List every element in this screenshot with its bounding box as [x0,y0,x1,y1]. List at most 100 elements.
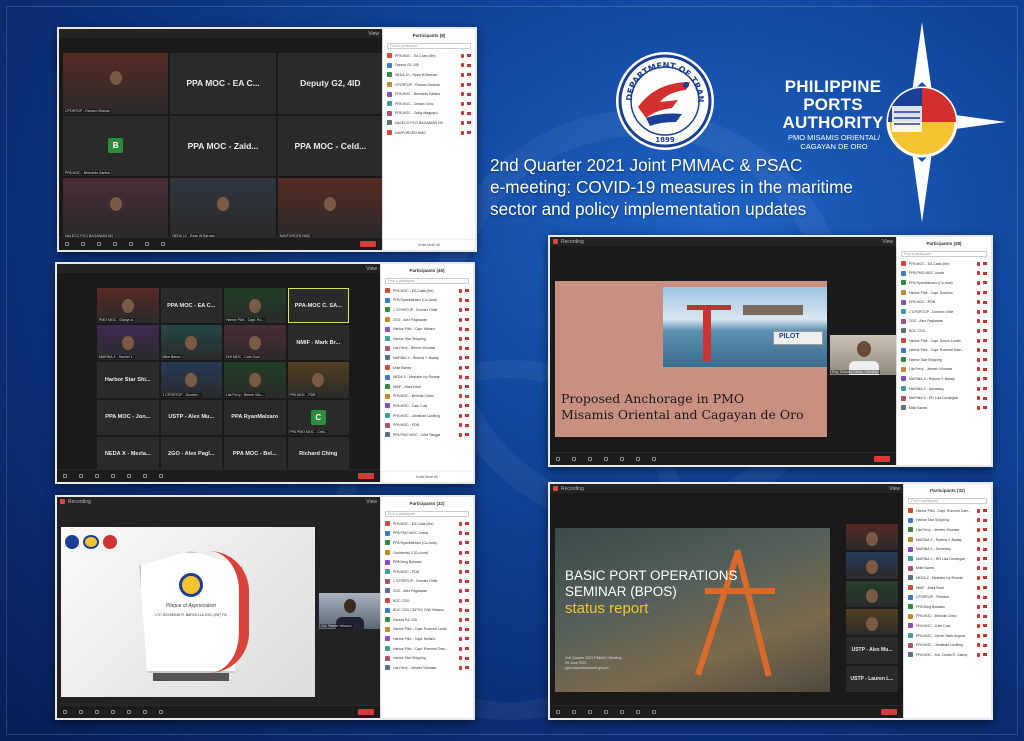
video-tile[interactable]: PPA MOC - Zald... [170,115,276,177]
mic-muted-icon[interactable] [459,288,462,293]
video-off-icon[interactable] [467,54,471,58]
video-tile[interactable]: PPA RyanMalzaro [224,399,286,435]
video-tile[interactable]: NALECO PCG BAGANIAN NO [63,178,169,239]
mic-muted-icon[interactable] [459,403,462,408]
participant-row[interactable]: NEDA 10 - Ryan W Bernas [383,70,475,80]
security-icon[interactable] [95,474,99,478]
panel-footer[interactable]: Invite Mute All [381,471,473,482]
participant-row[interactable]: Deputy G2, 4ID [381,615,473,625]
view-button[interactable]: View [889,486,900,492]
video-off-icon[interactable] [983,566,987,570]
end-button[interactable] [881,709,897,715]
mic-muted-icon[interactable] [977,396,980,401]
video-off-icon[interactable] [983,605,987,609]
participant-row[interactable]: Lila Ferry - Jenees Vilumaw [381,663,473,673]
participant-row[interactable]: PPA MOC - PDB [381,567,473,577]
video-tile[interactable]: CPORTOP - Ramon Obando [63,53,169,114]
video-tile[interactable]: C PPA PMO MOC - Celd... [287,399,349,435]
participant-row[interactable]: PPA MOC - Celdan Oroc [383,99,475,109]
video-off-icon[interactable] [983,595,987,599]
mic-muted-icon[interactable] [459,336,462,341]
video-off-icon[interactable] [465,375,469,379]
video-tile[interactable] [846,552,898,579]
participant-row[interactable]: Harbor Pilot - Capt. Rommel Lanth [381,625,473,635]
mic-muted-icon[interactable] [977,290,980,295]
video-off-icon[interactable] [983,557,987,561]
mic-muted-icon[interactable] [977,614,980,619]
participant-row[interactable]: Harbor Pilot - Capt. Simon Lunab [897,336,991,346]
panel-footer[interactable]: Invite Mute All [383,239,475,250]
mute-icon[interactable] [65,242,69,246]
view-button[interactable]: View [368,31,379,37]
participant-row[interactable]: CPORTOP - Ramon Obando [383,80,475,90]
mic-muted-icon[interactable] [977,300,980,305]
mic-muted-icon[interactable] [977,405,980,410]
video-off-icon[interactable] [465,423,469,427]
participant-row[interactable]: Harbor Pilot - Capt. Rodolos [897,288,991,298]
participant-row[interactable]: 2GO - Alex Pagliawan [381,586,473,596]
participant-row[interactable]: PPA MOC - Belinda Cristo [904,612,991,622]
participant-row[interactable]: Harbor Star Shipping [897,355,991,365]
video-off-icon[interactable] [983,528,987,532]
record-icon[interactable] [652,710,656,714]
participant-row[interactable]: BOC CDO [381,596,473,606]
mic-muted-icon[interactable] [459,394,462,399]
video-off-icon[interactable] [983,329,987,333]
video-off-icon[interactable] [465,627,469,631]
participant-row[interactable]: PPA MOC - EA Cabs (Me) [381,519,473,529]
participant-row[interactable]: PPA PMO MOC Leads [381,529,473,539]
participant-row[interactable]: MARINA X - Rubina Y. Baday [381,353,473,363]
record-icon[interactable] [159,474,163,478]
video-off-icon[interactable] [983,300,987,304]
participant-row[interactable]: Harbor Star Shipping [381,334,473,344]
view-button[interactable]: View [366,499,377,505]
video-tile[interactable]: Richard Ching [287,436,349,472]
mic-muted-icon[interactable] [459,579,462,584]
share-icon[interactable] [636,457,640,461]
video-off-icon[interactable] [467,102,471,106]
participant-row[interactable]: Harbor Pilot - Capt. Melario [381,324,473,334]
video-off-icon[interactable] [465,551,469,555]
participant-row[interactable]: Harbor Pilot - Capt. Melario [381,634,473,644]
video-off-icon[interactable] [465,522,469,526]
mic-muted-icon[interactable] [459,307,462,312]
security-icon[interactable] [95,710,99,714]
video-off-icon[interactable] [465,433,469,437]
mic-muted-icon[interactable] [977,537,980,542]
mic-muted-icon[interactable] [459,569,462,574]
participant-row[interactable]: MARINA X - RD Lisa Domingan [897,393,991,403]
video-off-icon[interactable] [465,318,469,322]
mute-icon[interactable] [63,710,67,714]
mic-muted-icon[interactable] [459,346,462,351]
video-tile[interactable]: NAVFORCEN NMO [277,178,383,239]
video-off-icon[interactable] [465,327,469,331]
video-tile[interactable]: MARINA X - Rachel L. [97,325,159,361]
video-off-icon[interactable] [983,634,987,638]
video-off-icon[interactable] [983,624,987,628]
video-off-icon[interactable] [983,358,987,362]
video-tile[interactable]: Harbor Pilot - Capt. Ro... [224,288,286,324]
participant-row[interactable]: PPA MOC - Bernardo Santos [383,89,475,99]
mic-muted-icon[interactable] [977,547,980,552]
mic-muted-icon[interactable] [461,53,464,58]
view-button[interactable]: View [882,239,893,245]
participant-row[interactable]: Harbor Star Shipping [381,653,473,663]
mic-muted-icon[interactable] [461,63,464,68]
participant-row[interactable]: BOC CDO [897,326,991,336]
participant-row[interactable]: Harbor Pilot - Capt. Rommel Dam... [381,644,473,654]
chat-icon[interactable] [127,474,131,478]
video-tile[interactable]: NEDA 10 - Ryan W Bernas [170,178,276,239]
share-icon[interactable] [145,242,149,246]
chat-icon[interactable] [620,710,624,714]
mute-icon[interactable] [556,457,560,461]
video-tile[interactable]: 1 CPORTOP - Donnex... [160,362,222,398]
mic-muted-icon[interactable] [459,531,462,536]
mic-muted-icon[interactable] [459,298,462,303]
participant-row[interactable]: PPA MOC - EA Cabs (Me) [383,51,475,61]
participant-row[interactable]: NEDA X - Mezlabe Ivy Rosete [381,372,473,382]
participant-row[interactable]: PPA MOC - Belinda Cristo [381,392,473,402]
security-icon[interactable] [588,457,592,461]
view-button[interactable]: View [366,266,377,272]
participant-row[interactable]: PPA RyanMalzaro (Co-host) [381,538,473,548]
mic-muted-icon[interactable] [461,111,464,116]
